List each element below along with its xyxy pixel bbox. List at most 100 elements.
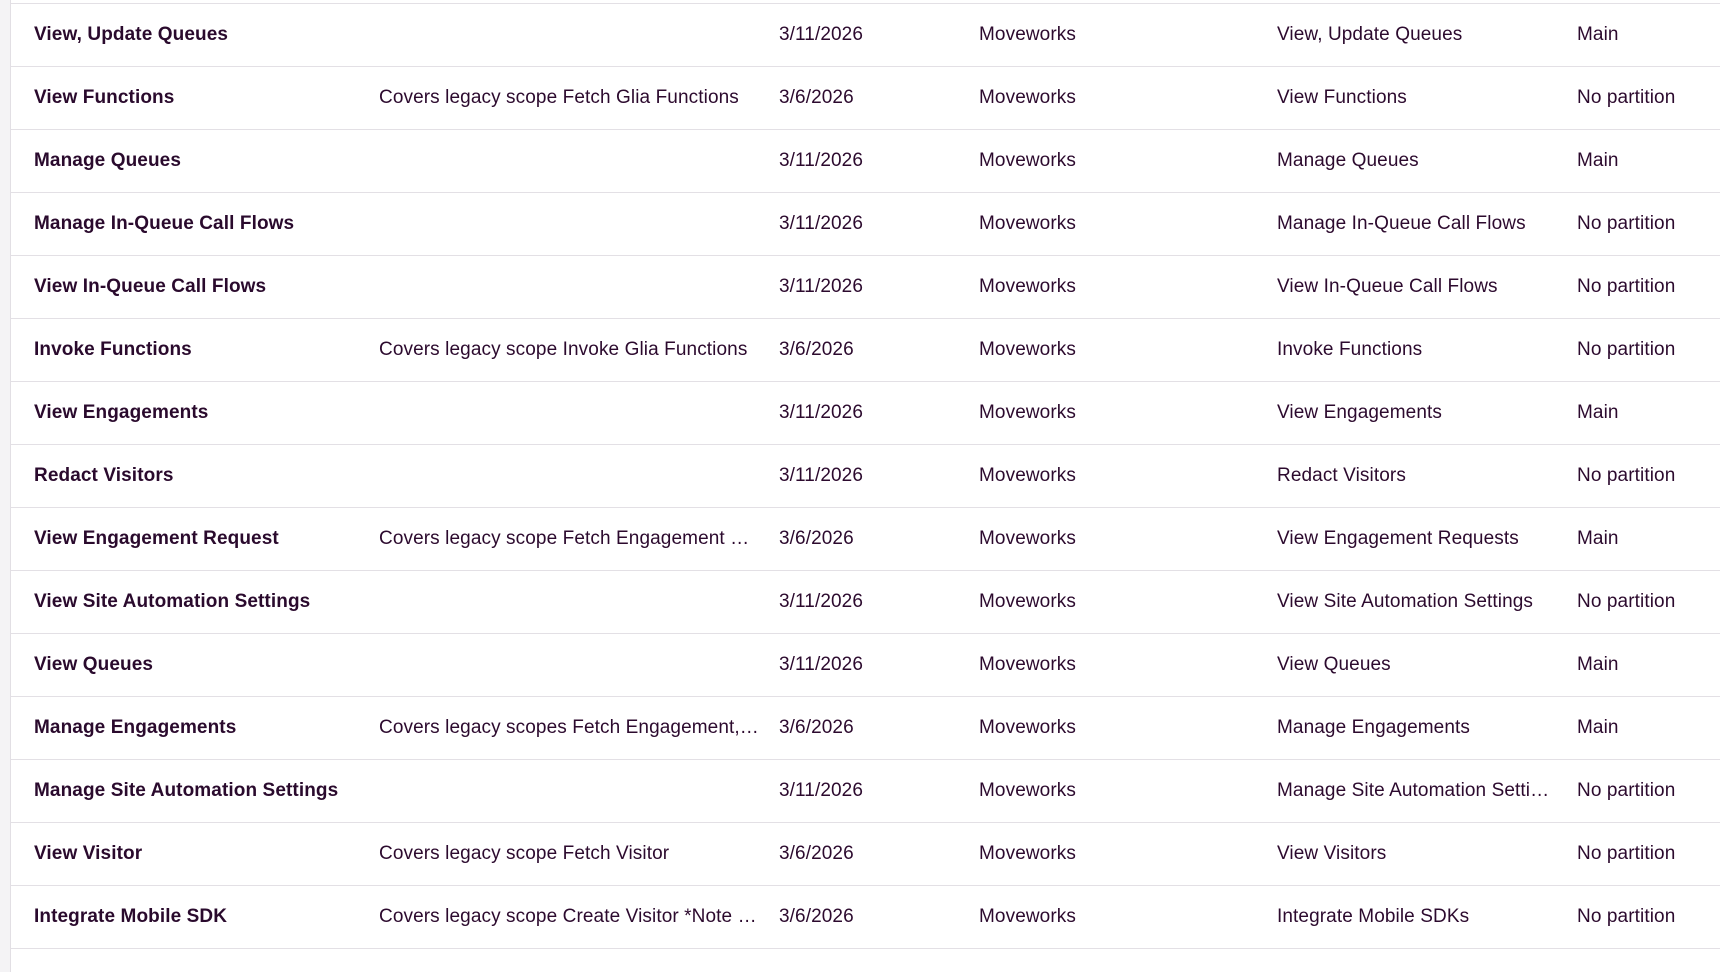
- table-row[interactable]: View Visitor Covers legacy scope Fetch V…: [11, 823, 1720, 886]
- row-name[interactable]: View Site Automation Settings: [34, 571, 364, 633]
- table-row[interactable]: Integrate Mobile SDK Covers legacy scope…: [11, 886, 1720, 949]
- row-date: 3/11/2026: [779, 780, 864, 801]
- row-date: 3/6/2026: [779, 717, 854, 738]
- row-organization: Moveworks: [979, 87, 1076, 108]
- row-organization: Moveworks: [979, 717, 1076, 738]
- table-row[interactable]: View In-Queue Call Flows 3/11/2026 Movew…: [11, 256, 1720, 319]
- row-date: 3/6/2026: [779, 528, 854, 549]
- row-name[interactable]: Manage Site Automation Settings: [34, 760, 364, 822]
- table-row[interactable]: Manage Engagements Covers legacy scopes …: [11, 697, 1720, 760]
- row-partition: No partition: [1577, 339, 1676, 360]
- permissions-table: View, Update Queues 3/11/2026 Moveworks …: [11, 3, 1720, 949]
- row-description: [379, 445, 761, 507]
- row-partition: Main: [1577, 717, 1619, 738]
- table-row[interactable]: View Queues 3/11/2026 Moveworks View Que…: [11, 634, 1720, 697]
- row-description: Covers legacy scope Invoke Glia Function…: [379, 339, 748, 360]
- row-date: 3/11/2026: [779, 465, 864, 486]
- row-name[interactable]: View Engagement Request: [34, 508, 364, 570]
- row-partition: No partition: [1577, 843, 1676, 864]
- row-scope: Manage Site Automation Setti…: [1277, 780, 1550, 801]
- row-organization: Moveworks: [979, 780, 1076, 801]
- row-organization: Moveworks: [979, 213, 1076, 234]
- row-date: 3/11/2026: [779, 24, 864, 45]
- row-description: [379, 130, 761, 192]
- row-name[interactable]: Invoke Functions: [34, 319, 364, 381]
- table-row[interactable]: View Site Automation Settings 3/11/2026 …: [11, 571, 1720, 634]
- table-row[interactable]: Manage Site Automation Settings 3/11/202…: [11, 760, 1720, 823]
- row-description: Covers legacy scope Create Visitor *Note…: [379, 906, 757, 927]
- row-scope: Manage Queues: [1277, 150, 1419, 171]
- row-scope: Manage Engagements: [1277, 717, 1470, 738]
- table-row[interactable]: Manage In-Queue Call Flows 3/11/2026 Mov…: [11, 193, 1720, 256]
- row-description: [379, 4, 761, 66]
- table-row[interactable]: View, Update Queues 3/11/2026 Moveworks …: [11, 4, 1720, 67]
- row-name[interactable]: View In-Queue Call Flows: [34, 256, 364, 318]
- row-description: Covers legacy scope Fetch Glia Functions: [379, 87, 739, 108]
- table-row[interactable]: View Functions Covers legacy scope Fetch…: [11, 67, 1720, 130]
- row-name[interactable]: View Visitor: [34, 823, 364, 885]
- row-name[interactable]: Manage Engagements: [34, 697, 364, 759]
- row-scope: Redact Visitors: [1277, 465, 1406, 486]
- row-name[interactable]: View, Update Queues: [34, 4, 364, 66]
- row-name[interactable]: Redact Visitors: [34, 445, 364, 507]
- row-scope: View, Update Queues: [1277, 24, 1463, 45]
- row-description: [379, 760, 761, 822]
- table-row[interactable]: Manage Queues 3/11/2026 Moveworks Manage…: [11, 130, 1720, 193]
- row-date: 3/6/2026: [779, 906, 854, 927]
- row-scope: Invoke Functions: [1277, 339, 1423, 360]
- table-row[interactable]: View Engagement Request Covers legacy sc…: [11, 508, 1720, 571]
- row-scope: View Queues: [1277, 654, 1391, 675]
- row-date: 3/6/2026: [779, 843, 854, 864]
- row-scope: View In-Queue Call Flows: [1277, 276, 1498, 297]
- row-name[interactable]: View Engagements: [34, 382, 364, 444]
- row-name[interactable]: Integrate Mobile SDK: [34, 886, 364, 948]
- row-scope: Integrate Mobile SDKs: [1277, 906, 1470, 927]
- row-partition: Main: [1577, 402, 1619, 423]
- row-organization: Moveworks: [979, 843, 1076, 864]
- row-scope: View Site Automation Settings: [1277, 591, 1534, 612]
- row-name[interactable]: View Queues: [34, 634, 364, 696]
- row-name[interactable]: Manage Queues: [34, 130, 364, 192]
- row-partition: Main: [1577, 150, 1619, 171]
- row-description: [379, 634, 761, 696]
- row-name[interactable]: View Functions: [34, 67, 364, 129]
- row-description: [379, 193, 761, 255]
- row-partition: No partition: [1577, 213, 1676, 234]
- row-description: [379, 571, 761, 633]
- row-partition: No partition: [1577, 276, 1676, 297]
- row-organization: Moveworks: [979, 906, 1076, 927]
- row-scope: View Visitors: [1277, 843, 1387, 864]
- row-scope: Manage In-Queue Call Flows: [1277, 213, 1526, 234]
- table-row[interactable]: Redact Visitors 3/11/2026 Moveworks Reda…: [11, 445, 1720, 508]
- row-description: [379, 382, 761, 444]
- row-scope: View Engagements: [1277, 402, 1442, 423]
- row-date: 3/11/2026: [779, 402, 864, 423]
- row-description: Covers legacy scopes Fetch Engagement, …: [379, 717, 761, 738]
- row-organization: Moveworks: [979, 276, 1076, 297]
- table-row[interactable]: Invoke Functions Covers legacy scope Inv…: [11, 319, 1720, 382]
- row-organization: Moveworks: [979, 654, 1076, 675]
- row-name[interactable]: Manage In-Queue Call Flows: [34, 193, 364, 255]
- permissions-page: View, Update Queues 3/11/2026 Moveworks …: [0, 0, 1720, 972]
- row-date: 3/11/2026: [779, 150, 864, 171]
- row-scope: View Functions: [1277, 87, 1407, 108]
- left-rail: [0, 0, 11, 972]
- row-partition: Main: [1577, 654, 1619, 675]
- row-description: [379, 256, 761, 318]
- row-partition: No partition: [1577, 906, 1676, 927]
- row-organization: Moveworks: [979, 339, 1076, 360]
- row-description: Covers legacy scope Fetch Visitor: [379, 843, 670, 864]
- row-date: 3/11/2026: [779, 654, 864, 675]
- row-organization: Moveworks: [979, 150, 1076, 171]
- row-partition: Main: [1577, 24, 1619, 45]
- row-date: 3/6/2026: [779, 339, 854, 360]
- table-row[interactable]: View Engagements 3/11/2026 Moveworks Vie…: [11, 382, 1720, 445]
- row-organization: Moveworks: [979, 528, 1076, 549]
- row-partition: No partition: [1577, 87, 1676, 108]
- row-date: 3/11/2026: [779, 591, 864, 612]
- row-organization: Moveworks: [979, 402, 1076, 423]
- row-scope: View Engagement Requests: [1277, 528, 1519, 549]
- row-partition: Main: [1577, 528, 1619, 549]
- row-date: 3/11/2026: [779, 213, 864, 234]
- row-partition: No partition: [1577, 780, 1676, 801]
